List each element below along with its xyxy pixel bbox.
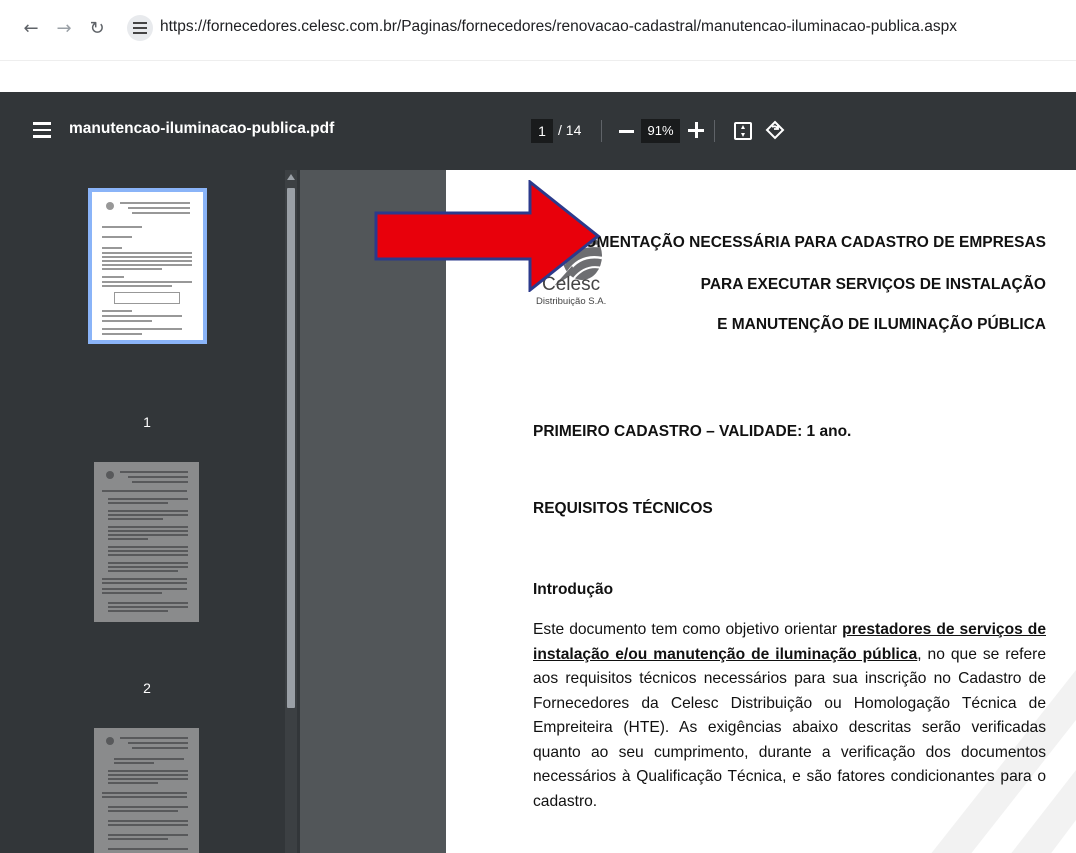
- url-field[interactable]: https://fornecedores.celesc.com.br/Pagin…: [160, 18, 957, 36]
- document-heading-line-2: PARA EXECUTAR SERVIÇOS DE INSTALAÇÃO: [700, 276, 1046, 293]
- fit-page-icon[interactable]: [734, 122, 752, 140]
- browser-content-gap: [0, 60, 1076, 92]
- thumbnail-page-3[interactable]: [94, 728, 199, 853]
- thumbnail-page-number: 1: [143, 414, 151, 430]
- site-info-icon[interactable]: [127, 15, 153, 41]
- sidebar-scrollbar-thumb[interactable]: [287, 188, 295, 708]
- pdf-filename: manutencao-iluminacao-publica.pdf: [69, 120, 335, 137]
- red-arrow-annotation: [374, 180, 601, 292]
- thumbnail-page-1[interactable]: [88, 188, 207, 344]
- page-number-input[interactable]: 1: [531, 119, 553, 143]
- logo-subtext: Distribuição S.A.: [536, 296, 607, 307]
- section-primeiro-cadastro: PRIMEIRO CADASTRO – VALIDADE: 1 ano.: [533, 423, 852, 440]
- page-total: / 14: [558, 122, 582, 138]
- zoom-in-icon[interactable]: [688, 121, 706, 139]
- toolbar-divider: [714, 120, 715, 142]
- document-heading-line-1: DOCUMENTAÇÃO NECESSÁRIA PARA CADASTRO DE…: [550, 234, 1046, 251]
- scroll-up-arrow-icon[interactable]: [287, 174, 295, 180]
- thumbnail-sidebar: 1 2: [0, 170, 300, 853]
- intro-text-end: , no que se refere aos requisitos técnic…: [533, 645, 1047, 810]
- reload-icon[interactable]: ↻: [86, 18, 108, 40]
- forward-arrow-icon[interactable]: →: [53, 18, 75, 40]
- rotate-icon[interactable]: [763, 118, 787, 142]
- section-introducao: Introdução: [533, 581, 614, 598]
- thumbnail-page-number: 2: [143, 680, 151, 696]
- toolbar-divider: [601, 120, 602, 142]
- thumbnail-page-2[interactable]: [94, 462, 199, 622]
- back-arrow-icon[interactable]: ←: [20, 18, 42, 40]
- browser-address-bar: ← → ↻ https://fornecedores.celesc.com.br…: [0, 0, 1076, 60]
- zoom-out-icon[interactable]: [619, 130, 634, 133]
- document-heading-line-3: E MANUTENÇÃO DE ILUMINAÇÃO PÚBLICA: [717, 316, 1046, 333]
- intro-text-start: Este documento tem como objetivo orienta…: [533, 621, 843, 638]
- pdf-toolbar: manutencao-iluminacao-publica.pdf 1 / 14…: [0, 92, 1076, 170]
- section-requisitos-tecnicos: REQUISITOS TÉCNICOS: [533, 500, 713, 517]
- zoom-input[interactable]: 91%: [641, 119, 680, 143]
- intro-paragraph: Este documento tem como objetivo orienta…: [533, 618, 1046, 814]
- menu-icon[interactable]: [33, 122, 51, 138]
